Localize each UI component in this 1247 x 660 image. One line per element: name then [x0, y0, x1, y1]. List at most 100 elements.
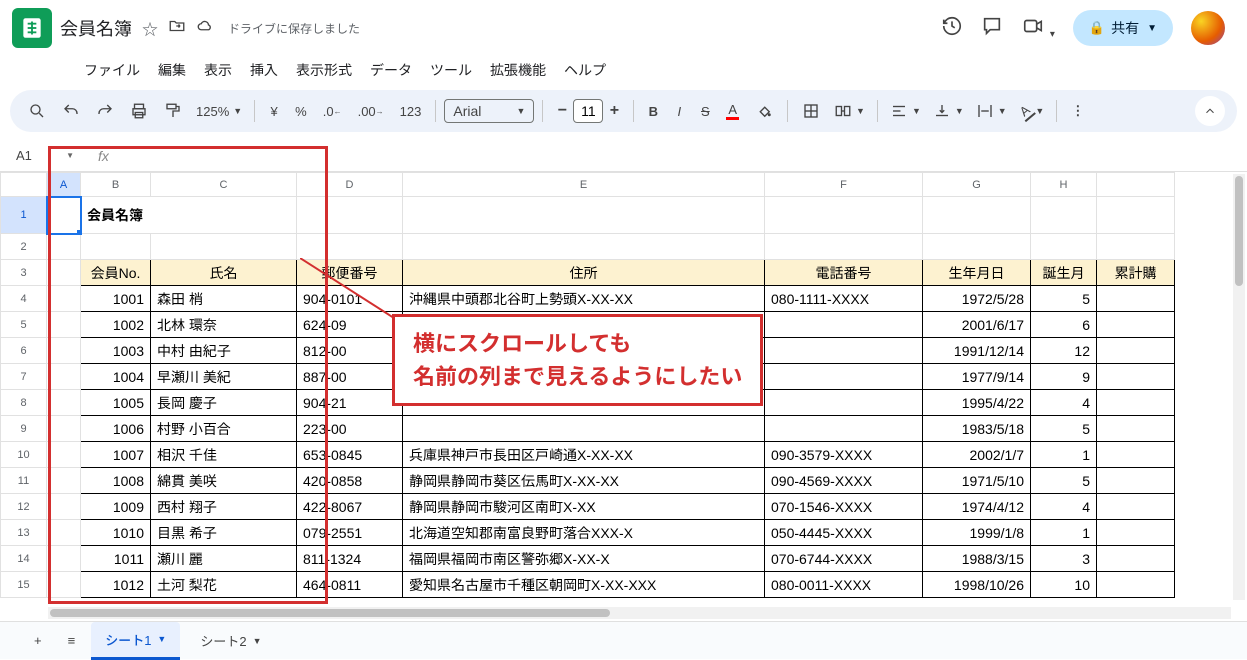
member-name[interactable]: 西村 翔子 — [151, 494, 297, 520]
borders-icon[interactable] — [796, 98, 826, 124]
member-no[interactable]: 1010 — [81, 520, 151, 546]
table-header[interactable]: 誕生月 — [1031, 260, 1097, 286]
zip[interactable]: 464-0811 — [297, 572, 403, 598]
dob[interactable]: 1974/4/12 — [923, 494, 1031, 520]
address[interactable]: 北海道空知郡南富良野町落合XXX-X — [403, 520, 765, 546]
member-name[interactable]: 目黒 希子 — [151, 520, 297, 546]
row-header[interactable]: 6 — [1, 338, 47, 364]
member-name[interactable]: 中村 由紀子 — [151, 338, 297, 364]
member-no[interactable]: 1002 — [81, 312, 151, 338]
birth-month[interactable]: 6 — [1031, 312, 1097, 338]
member-name[interactable]: 土河 梨花 — [151, 572, 297, 598]
row-header[interactable]: 15 — [1, 572, 47, 598]
currency-icon[interactable]: ¥ — [263, 100, 285, 123]
zip[interactable]: 812-00 — [297, 338, 403, 364]
cell[interactable] — [47, 494, 81, 520]
phone[interactable] — [765, 364, 923, 390]
total[interactable] — [1097, 468, 1175, 494]
name-box[interactable]: A1▼ — [10, 144, 80, 167]
menu-データ[interactable]: データ — [362, 56, 420, 84]
col-header-H[interactable]: H — [1031, 173, 1097, 197]
address[interactable]: 愛知県名古屋市千種区朝岡町X-XX-XXX — [403, 572, 765, 598]
total[interactable] — [1097, 572, 1175, 598]
cell[interactable] — [297, 197, 403, 234]
formula-input[interactable] — [109, 144, 1237, 167]
member-no[interactable]: 1011 — [81, 546, 151, 572]
document-title[interactable]: 会員名簿 — [60, 15, 132, 41]
bold-icon[interactable]: B — [642, 100, 664, 123]
address[interactable]: 兵庫県神戸市長田区戸崎通X-XX-XX — [403, 442, 765, 468]
cell[interactable] — [765, 197, 923, 234]
menu-表示[interactable]: 表示 — [196, 56, 240, 84]
row-header[interactable]: 12 — [1, 494, 47, 520]
row-header[interactable]: 9 — [1, 416, 47, 442]
row-header[interactable]: 3 — [1, 260, 47, 286]
member-name[interactable]: 北林 環奈 — [151, 312, 297, 338]
phone[interactable]: 080-0011-XXXX — [765, 572, 923, 598]
percent-icon[interactable]: % — [289, 100, 313, 123]
cell[interactable] — [1031, 197, 1097, 234]
collapse-toolbar-icon[interactable] — [1195, 96, 1225, 126]
address[interactable] — [403, 416, 765, 442]
col-header-G[interactable]: G — [923, 173, 1031, 197]
col-header-E[interactable]: E — [403, 173, 765, 197]
member-no[interactable]: 1008 — [81, 468, 151, 494]
halign-icon[interactable]: ▼ — [886, 98, 925, 124]
meet-icon[interactable]: ▾ — [1021, 15, 1055, 42]
member-no[interactable]: 1012 — [81, 572, 151, 598]
birth-month[interactable]: 9 — [1031, 364, 1097, 390]
row-header[interactable]: 2 — [1, 234, 47, 260]
member-name[interactable]: 森田 梢 — [151, 286, 297, 312]
increase-font-button[interactable]: + — [603, 102, 625, 120]
zoom-select[interactable]: 125% ▼ — [192, 104, 246, 119]
zip[interactable]: 223-00 — [297, 416, 403, 442]
birth-month[interactable]: 10 — [1031, 572, 1097, 598]
total[interactable] — [1097, 442, 1175, 468]
fill-color-icon[interactable] — [749, 98, 779, 124]
row-header[interactable]: 5 — [1, 312, 47, 338]
cell[interactable] — [47, 364, 81, 390]
total[interactable] — [1097, 286, 1175, 312]
birth-month[interactable]: 4 — [1031, 494, 1097, 520]
dob[interactable]: 1977/9/14 — [923, 364, 1031, 390]
history-icon[interactable] — [941, 15, 963, 42]
zip[interactable]: 904-21 — [297, 390, 403, 416]
member-name[interactable]: 綿貫 美咲 — [151, 468, 297, 494]
dob[interactable]: 1972/5/28 — [923, 286, 1031, 312]
birth-month[interactable]: 5 — [1031, 468, 1097, 494]
member-name[interactable]: 長岡 慶子 — [151, 390, 297, 416]
total[interactable] — [1097, 494, 1175, 520]
row-header[interactable]: 1 — [1, 197, 47, 234]
rotate-icon[interactable]: A▼ — [1015, 99, 1049, 124]
col-header-C[interactable]: C — [151, 173, 297, 197]
table-header[interactable]: 生年月日 — [923, 260, 1031, 286]
cell[interactable] — [47, 234, 81, 260]
account-avatar[interactable] — [1191, 11, 1225, 45]
undo-icon[interactable] — [56, 98, 86, 124]
font-family-select[interactable]: Arial▼ — [444, 99, 534, 123]
table-header[interactable]: 電話番号 — [765, 260, 923, 286]
sheet-tab-2[interactable]: シート2▼ — [186, 623, 275, 658]
menu-ファイル[interactable]: ファイル — [76, 56, 148, 84]
address[interactable]: 静岡県静岡市葵区伝馬町X-XX-XX — [403, 468, 765, 494]
increase-decimal-icon[interactable]: .00→ — [352, 100, 390, 123]
dob[interactable]: 1995/4/22 — [923, 390, 1031, 416]
table-header[interactable]: 会員No. — [81, 260, 151, 286]
zip[interactable]: 079-2551 — [297, 520, 403, 546]
member-no[interactable]: 1006 — [81, 416, 151, 442]
birth-month[interactable]: 5 — [1031, 416, 1097, 442]
member-name[interactable]: 瀬川 麗 — [151, 546, 297, 572]
cell[interactable] — [47, 312, 81, 338]
cell[interactable] — [47, 468, 81, 494]
cell-A1[interactable] — [47, 197, 81, 234]
member-name[interactable]: 相沢 千佳 — [151, 442, 297, 468]
phone[interactable] — [765, 338, 923, 364]
total[interactable] — [1097, 416, 1175, 442]
add-sheet-button[interactable]: + — [24, 627, 52, 654]
title-cell[interactable]: 会員名簿 — [81, 197, 297, 234]
horizontal-scrollbar[interactable] — [48, 607, 1231, 619]
column-headers[interactable]: A B C D E F G H — [1, 173, 1175, 197]
row-header[interactable]: 14 — [1, 546, 47, 572]
wrap-icon[interactable]: ▼ — [972, 98, 1011, 124]
cell[interactable] — [47, 520, 81, 546]
